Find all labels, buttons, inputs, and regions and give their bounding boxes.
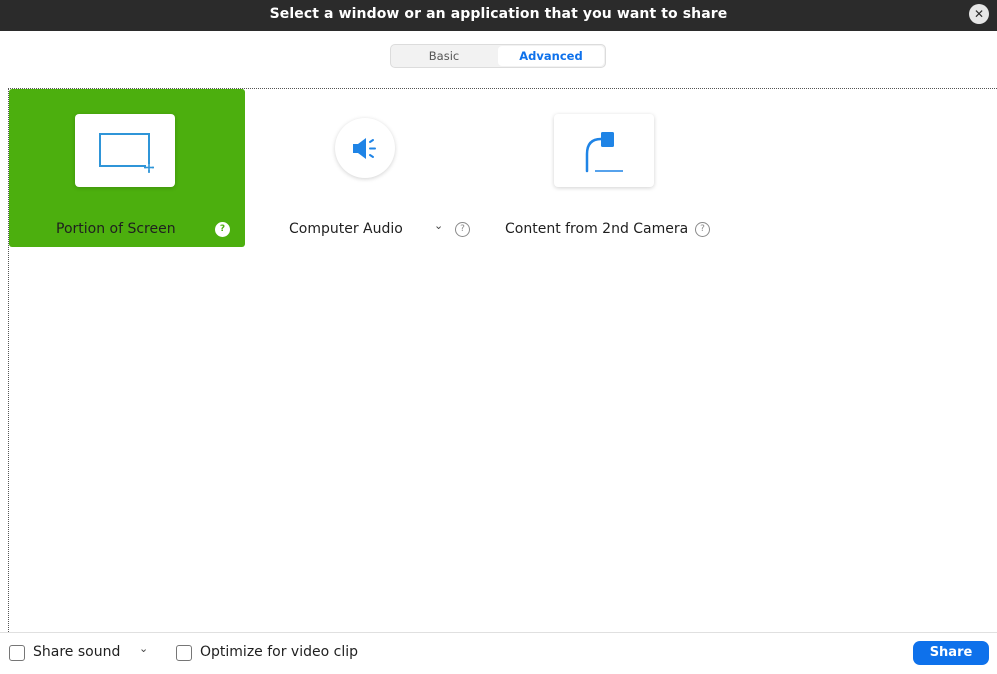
speaker-icon xyxy=(335,118,395,178)
share-button[interactable]: Share xyxy=(913,641,989,665)
optimize-video-checkbox[interactable] xyxy=(176,645,192,661)
document-camera-icon[interactable] xyxy=(554,114,654,187)
share-sound-label[interactable]: Share sound xyxy=(33,644,120,660)
footer-bar: Share sound ⌄ Optimize for video clip Sh… xyxy=(0,632,997,674)
window-title: Select a window or an application that y… xyxy=(269,6,728,22)
option-label: Portion of Screen xyxy=(56,221,176,237)
mode-tabs: Basic Advanced xyxy=(390,44,606,68)
computer-audio-label[interactable]: Computer Audio xyxy=(289,221,403,237)
chevron-down-icon[interactable]: ⌄ xyxy=(434,219,443,232)
share-sound-checkbox[interactable] xyxy=(9,645,25,661)
close-button[interactable]: ✕ xyxy=(969,4,989,24)
tab-basic[interactable]: Basic xyxy=(391,45,497,67)
optimize-video-label[interactable]: Optimize for video clip xyxy=(200,644,358,660)
share-options-area: Portion of Screen ? Computer Audio ⌄ ? C… xyxy=(8,88,997,632)
option-portion-of-screen[interactable]: Portion of Screen ? xyxy=(9,89,245,247)
tab-advanced[interactable]: Advanced xyxy=(498,46,604,66)
second-camera-label[interactable]: Content from 2nd Camera xyxy=(505,221,688,237)
help-icon[interactable]: ? xyxy=(215,222,230,237)
close-icon: ✕ xyxy=(973,7,985,21)
help-icon[interactable]: ? xyxy=(695,222,710,237)
portion-of-screen-icon xyxy=(75,114,175,187)
chevron-down-icon[interactable]: ⌄ xyxy=(139,642,148,655)
help-icon[interactable]: ? xyxy=(455,222,470,237)
title-bar: Select a window or an application that y… xyxy=(0,0,997,31)
